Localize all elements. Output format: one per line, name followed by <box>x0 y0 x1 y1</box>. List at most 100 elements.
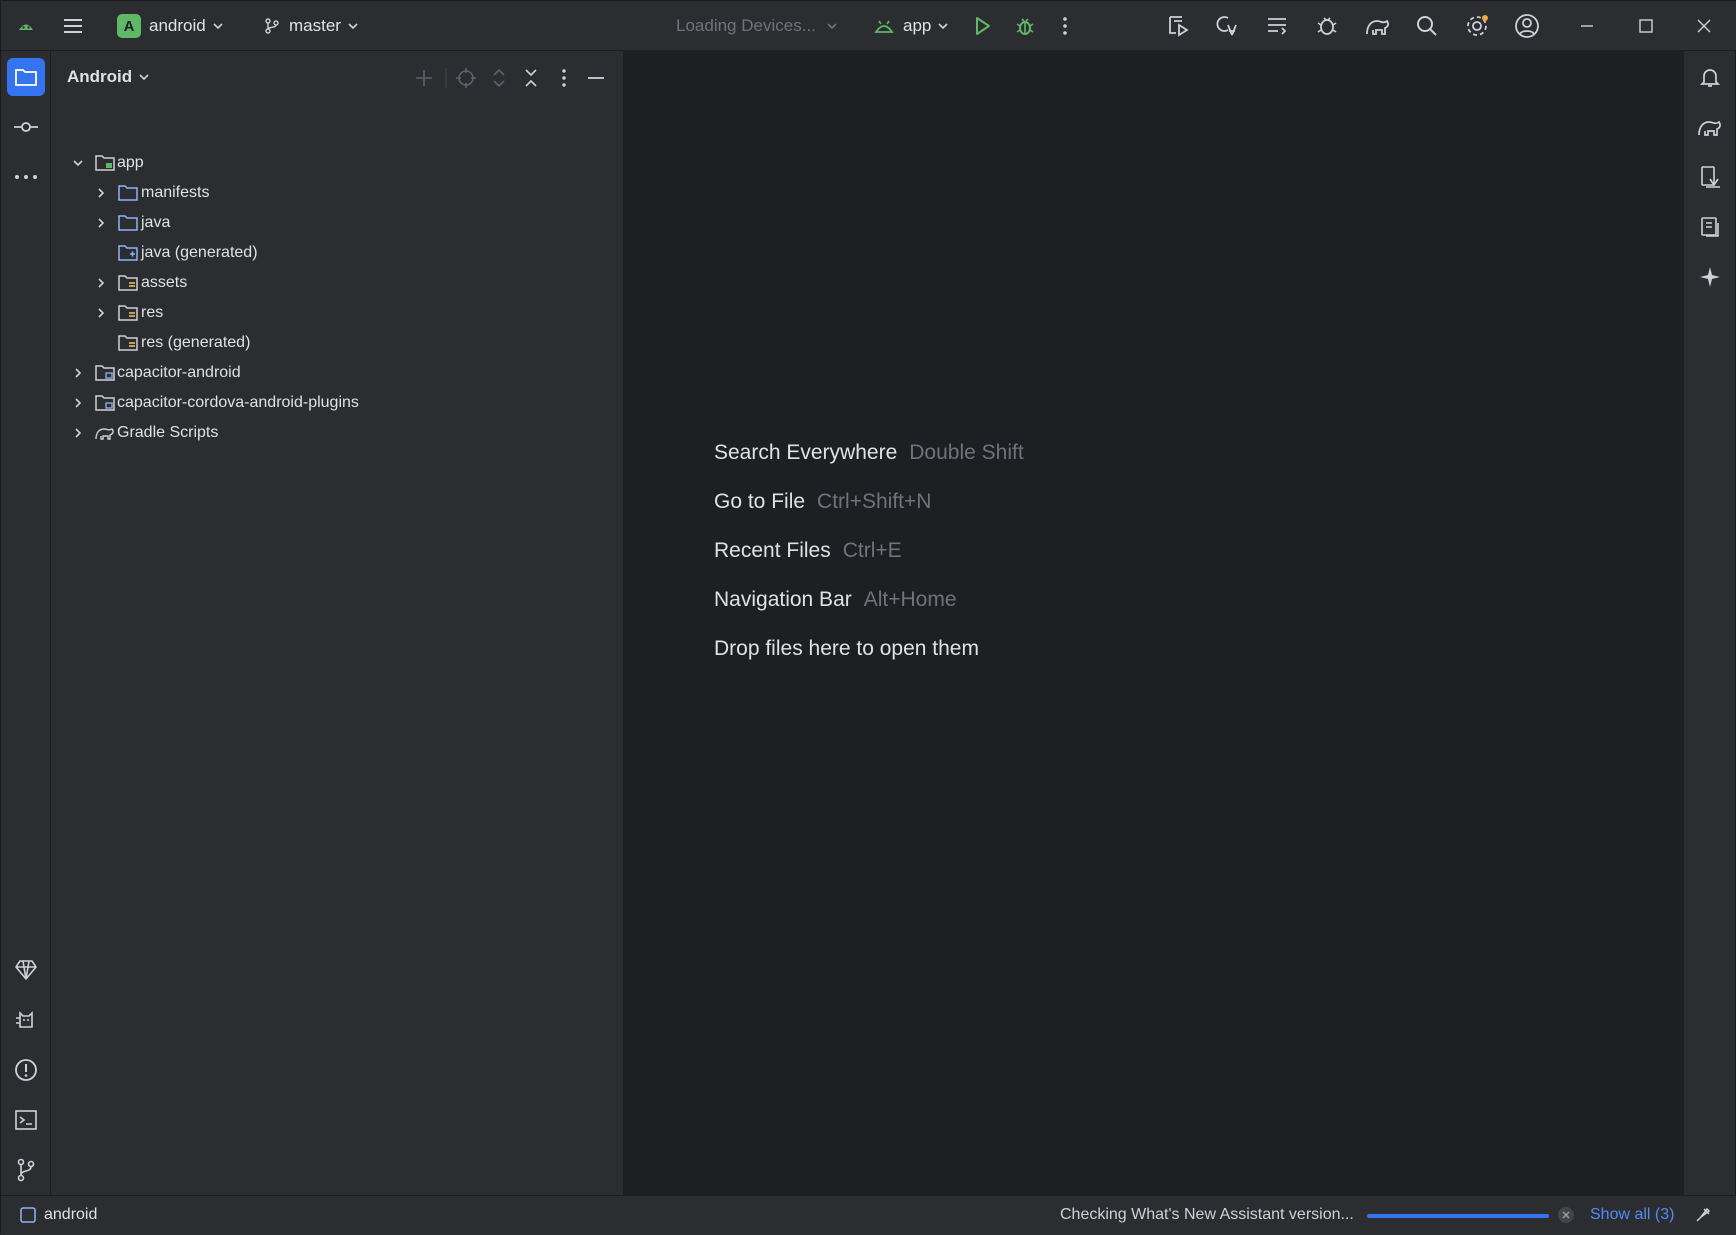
problems-tool-button[interactable] <box>7 1051 45 1089</box>
device-manager-tool-button[interactable] <box>1691 158 1729 196</box>
resource-folder-icon <box>118 275 138 291</box>
chevron-down-icon <box>938 23 948 30</box>
chevron-right-icon[interactable] <box>71 396 85 410</box>
more-actions-icon[interactable] <box>1059 1 1071 51</box>
terminal-tool-button[interactable] <box>7 1101 45 1139</box>
apply-changes-icon[interactable] <box>1165 1 1191 51</box>
logcat-icon <box>16 1011 33 1028</box>
tree-item-capacitor-android[interactable]: capacitor-android <box>51 359 623 387</box>
gem-icon <box>15 960 37 980</box>
tree-item-label: app <box>117 154 144 171</box>
panel-options-icon[interactable] <box>551 65 577 91</box>
chevron-down-icon <box>348 23 358 30</box>
terminal-icon <box>15 1110 37 1130</box>
chevron-right-icon[interactable] <box>71 426 85 440</box>
project-switcher[interactable]: A android <box>117 1 224 51</box>
module-icon <box>20 1207 36 1223</box>
build-variants-tool-button[interactable] <box>7 951 45 989</box>
chevron-down-icon[interactable] <box>71 156 85 170</box>
account-icon[interactable] <box>1514 1 1540 51</box>
run-config-selector[interactable]: app <box>873 1 949 51</box>
gradle-icon <box>1698 120 1721 136</box>
power-save-icon[interactable] <box>1693 1205 1713 1225</box>
running-devices-icon <box>1701 217 1719 237</box>
tree-item-manifests[interactable]: manifests <box>51 179 623 207</box>
hint-shortcut: Alt+Home <box>863 588 957 611</box>
debug-icon[interactable] <box>1014 1 1036 51</box>
sync-project-icon[interactable] <box>1264 1 1290 51</box>
hide-panel-icon[interactable] <box>583 65 609 91</box>
hint-label: Navigation Bar <box>714 588 852 611</box>
chevron-down-icon <box>213 23 223 30</box>
maximize-icon[interactable] <box>1638 1 1654 51</box>
ai-assistant-tool-button[interactable] <box>1691 258 1729 296</box>
chevron-right-icon[interactable] <box>71 366 85 380</box>
project-view-selector[interactable]: Android <box>67 67 150 87</box>
module-indicator[interactable]: android <box>19 1206 97 1224</box>
new-file-icon[interactable] <box>411 65 437 91</box>
main-menu-icon[interactable] <box>61 1 85 51</box>
tree-item-gradle-scripts[interactable]: Gradle Scripts <box>51 419 623 447</box>
gradle-icon <box>95 428 114 440</box>
folder-icon <box>118 185 138 201</box>
settings-gear-icon[interactable] <box>1464 1 1490 51</box>
chevron-right-icon[interactable] <box>94 216 108 230</box>
git-branch-icon <box>265 18 279 34</box>
tree-item-java-generated[interactable]: java (generated) <box>51 239 623 267</box>
gradle-icon[interactable] <box>1364 1 1392 51</box>
close-circle-icon <box>1558 1207 1574 1223</box>
apply-code-changes-icon[interactable] <box>1214 1 1240 51</box>
more-tools-button[interactable] <box>7 158 45 196</box>
attach-debugger-icon[interactable] <box>1314 1 1340 51</box>
search-icon[interactable] <box>1415 1 1439 51</box>
hint-label: Drop files here to open them <box>714 637 979 660</box>
project-panel: Android app manifests java java (generat… <box>51 51 624 1195</box>
run-icon[interactable] <box>971 1 993 51</box>
tree-item-java[interactable]: java <box>51 209 623 237</box>
cancel-task-button[interactable] <box>1557 1206 1575 1224</box>
tree-item-capacitor-cordova-android-plugins[interactable]: capacitor-cordova-android-plugins <box>51 389 623 417</box>
minimize-icon[interactable] <box>1579 1 1595 51</box>
tree-item-label: res (generated) <box>141 334 251 351</box>
logcat-tool-button[interactable] <box>7 1001 45 1039</box>
project-tool-button[interactable] <box>7 58 45 96</box>
project-view-title: Android <box>67 67 133 86</box>
tree-item-label: java <box>141 214 171 231</box>
tree-item-app[interactable]: app <box>51 149 623 177</box>
progress-fill <box>1367 1214 1549 1218</box>
commit-tool-button[interactable] <box>7 108 45 146</box>
sparkle-icon <box>1700 267 1720 287</box>
source-folder-icon <box>118 215 138 231</box>
right-tool-strip <box>1683 51 1735 1195</box>
project-name: android <box>149 16 206 35</box>
notifications-tool-button[interactable] <box>1691 58 1729 96</box>
show-all-tasks-link[interactable]: Show all (3) <box>1590 1206 1674 1224</box>
expand-all-icon[interactable] <box>486 65 512 91</box>
gradle-tool-button[interactable] <box>1691 108 1729 146</box>
running-devices-tool-button[interactable] <box>1691 208 1729 246</box>
background-task-label: Checking What's New Assistant version... <box>1060 1206 1354 1223</box>
chevron-right-icon[interactable] <box>94 186 108 200</box>
tree-item-label: capacitor-cordova-android-plugins <box>117 394 359 411</box>
tree-item-assets[interactable]: assets <box>51 269 623 297</box>
close-icon[interactable] <box>1696 1 1712 51</box>
chevron-right-icon[interactable] <box>94 276 108 290</box>
run-config-name: app <box>903 16 932 35</box>
hint-label: Recent Files <box>714 539 831 562</box>
tree-item-res-generated[interactable]: res (generated) <box>51 329 623 357</box>
hint-label: Search Everywhere <box>714 441 898 464</box>
resource-folder-icon <box>118 335 138 351</box>
branch-name: master <box>289 16 341 35</box>
device-selector[interactable]: Loading Devices... <box>676 1 838 51</box>
chevron-right-icon[interactable] <box>94 306 108 320</box>
tree-item-res[interactable]: res <box>51 299 623 327</box>
branch-switcher[interactable]: master <box>263 1 359 51</box>
locate-file-icon[interactable] <box>453 65 479 91</box>
device-selector-label: Loading Devices... <box>676 16 816 35</box>
android-studio-logo-icon <box>15 1 37 51</box>
hint-shortcut: Ctrl+E <box>842 539 902 562</box>
version-control-tool-button[interactable] <box>7 1151 45 1189</box>
collapse-all-icon[interactable] <box>518 65 544 91</box>
resource-folder-icon <box>118 305 138 321</box>
chevron-down-icon <box>139 74 149 81</box>
